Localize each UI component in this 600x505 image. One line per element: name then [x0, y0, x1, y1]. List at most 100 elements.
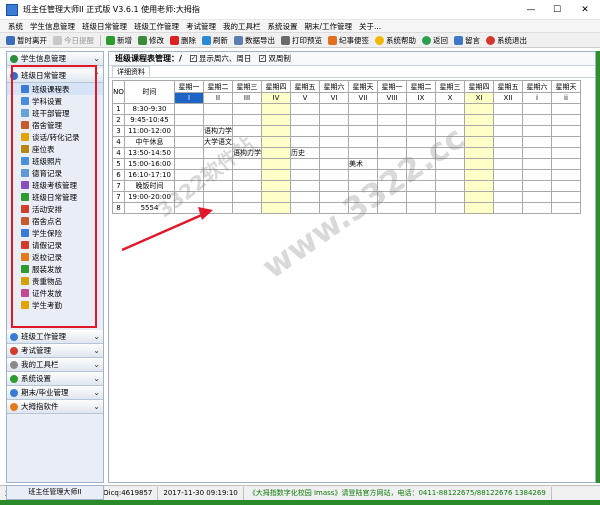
schedule-cell[interactable]	[319, 169, 349, 181]
column-header-day[interactable]: 星期四	[464, 80, 494, 93]
schedule-cell[interactable]	[203, 158, 233, 170]
schedule-cell[interactable]	[551, 169, 581, 181]
schedule-cell[interactable]	[551, 180, 581, 192]
schedule-cell[interactable]: 语构力学	[232, 147, 262, 159]
schedule-cell[interactable]	[551, 103, 581, 115]
column-header-day[interactable]: 星期二	[406, 80, 436, 93]
schedule-cell[interactable]	[319, 191, 349, 203]
add-button[interactable]: 新增	[106, 35, 132, 46]
show-weekend-checkbox[interactable]: ✓ 显示周六、周日	[189, 53, 251, 64]
schedule-cell[interactable]	[174, 114, 204, 126]
schedule-cell[interactable]	[522, 169, 552, 181]
schedule-cell[interactable]	[319, 136, 349, 148]
schedule-cell[interactable]	[493, 147, 523, 159]
schedule-cell[interactable]	[406, 191, 436, 203]
schedule-cell[interactable]	[435, 114, 465, 126]
sidebar-item-seating[interactable]: 座位表	[7, 143, 103, 155]
table-row[interactable]: 4 13:50-14:50 语构力学 历史	[112, 147, 581, 159]
column-header-day[interactable]: 星期五	[493, 80, 523, 93]
schedule-cell[interactable]	[377, 125, 407, 137]
lock-button[interactable]: 暂时离开	[6, 35, 47, 46]
schedule-cell[interactable]	[435, 158, 465, 170]
column-header-day[interactable]: 星期五	[290, 80, 320, 93]
schedule-cell[interactable]	[261, 202, 291, 214]
schedule-cell[interactable]	[551, 147, 581, 159]
sidebar-item-class-daily[interactable]: 班级日常管理	[7, 191, 103, 203]
schedule-cell[interactable]	[232, 114, 262, 126]
schedule-cell[interactable]	[319, 158, 349, 170]
schedule-cell[interactable]	[203, 147, 233, 159]
schedule-cell[interactable]	[435, 169, 465, 181]
schedule-cell[interactable]	[348, 103, 378, 115]
double-week-checkbox[interactable]: ✓ 双周制	[259, 53, 291, 64]
schedule-cell[interactable]	[522, 136, 552, 148]
schedule-cell[interactable]	[551, 191, 581, 203]
schedule-cell[interactable]	[464, 202, 494, 214]
sidebar-item-leave-records[interactable]: 请假记录	[7, 239, 103, 251]
schedule-cell[interactable]	[435, 191, 465, 203]
schedule-cell[interactable]	[319, 114, 349, 126]
schedule-cell[interactable]	[406, 136, 436, 148]
schedule-cell[interactable]	[232, 202, 262, 214]
schedule-cell[interactable]	[551, 202, 581, 214]
schedule-cell[interactable]	[522, 125, 552, 137]
schedule-cell[interactable]	[464, 136, 494, 148]
schedule-cell[interactable]	[319, 202, 349, 214]
schedule-cell[interactable]	[435, 147, 465, 159]
sidebar-group-class-daily[interactable]: 班级日常管理 ⌃	[7, 69, 103, 83]
schedule-cell[interactable]	[290, 191, 320, 203]
schedule-cell[interactable]	[261, 180, 291, 192]
close-button[interactable]: ✕	[570, 0, 600, 20]
schedule-cell[interactable]	[493, 169, 523, 181]
schedule-cell[interactable]	[377, 169, 407, 181]
schedule-cell[interactable]	[319, 125, 349, 137]
schedule-cell[interactable]	[522, 158, 552, 170]
column-header-day[interactable]: 星期一	[174, 80, 204, 93]
schedule-cell[interactable]	[203, 103, 233, 115]
menu-settings[interactable]: 系统设置	[268, 21, 298, 32]
schedule-cell[interactable]	[232, 158, 262, 170]
schedule-cell[interactable]	[464, 125, 494, 137]
schedule-cell[interactable]	[232, 103, 262, 115]
sidebar-group-settings[interactable]: 系统设置 ⌄	[7, 372, 103, 386]
schedule-cell[interactable]	[290, 158, 320, 170]
sidebar-item-moral-records[interactable]: 德育记录	[7, 167, 103, 179]
schedule-cell[interactable]	[319, 180, 349, 192]
schedule-cell[interactable]	[261, 147, 291, 159]
schedule-cell[interactable]	[232, 125, 262, 137]
sidebar-item-certificates[interactable]: 证件发放	[7, 287, 103, 299]
schedule-cell[interactable]	[232, 180, 262, 192]
sidebar-item-subject-settings[interactable]: 学科设置	[7, 95, 103, 107]
minimize-button[interactable]: —	[518, 0, 544, 20]
schedule-cell[interactable]	[261, 125, 291, 137]
schedule-cell[interactable]	[522, 191, 552, 203]
schedule-cell[interactable]	[522, 147, 552, 159]
column-header-day[interactable]: 星期天	[551, 80, 581, 93]
menu-class-daily[interactable]: 班级日常管理	[82, 21, 127, 32]
menu-term-end[interactable]: 期末/工作管理	[305, 21, 353, 32]
schedule-cell[interactable]: 语构力学	[203, 125, 233, 137]
print-preview-button[interactable]: 打印预览	[281, 35, 322, 46]
schedule-cell[interactable]	[406, 169, 436, 181]
schedule-cell[interactable]	[377, 147, 407, 159]
row-time[interactable]: 11:00-12:00	[124, 125, 175, 137]
schedule-cell[interactable]: 美术	[348, 158, 378, 170]
schedule-cell[interactable]	[464, 103, 494, 115]
schedule-cell[interactable]	[377, 136, 407, 148]
schedule-cell[interactable]	[290, 136, 320, 148]
row-time[interactable]: 中午休息	[124, 136, 175, 148]
schedule-cell[interactable]	[551, 125, 581, 137]
schedule-cell[interactable]	[464, 114, 494, 126]
refresh-button[interactable]: 刷新	[202, 35, 228, 46]
sidebar-group-my-tools[interactable]: 我的工具栏 ⌄	[7, 358, 103, 372]
schedule-cell[interactable]	[348, 180, 378, 192]
schedule-cell[interactable]	[406, 180, 436, 192]
table-row[interactable]: 4 中午休息 大学语文	[112, 136, 581, 148]
column-header-day[interactable]: 星期天	[348, 80, 378, 93]
schedule-cell[interactable]	[290, 114, 320, 126]
column-header-day[interactable]: 星期三	[232, 80, 262, 93]
schedule-cell[interactable]	[377, 180, 407, 192]
export-button[interactable]: 数据导出	[234, 35, 275, 46]
schedule-cell[interactable]	[377, 191, 407, 203]
maximize-button[interactable]: ☐	[544, 0, 570, 20]
